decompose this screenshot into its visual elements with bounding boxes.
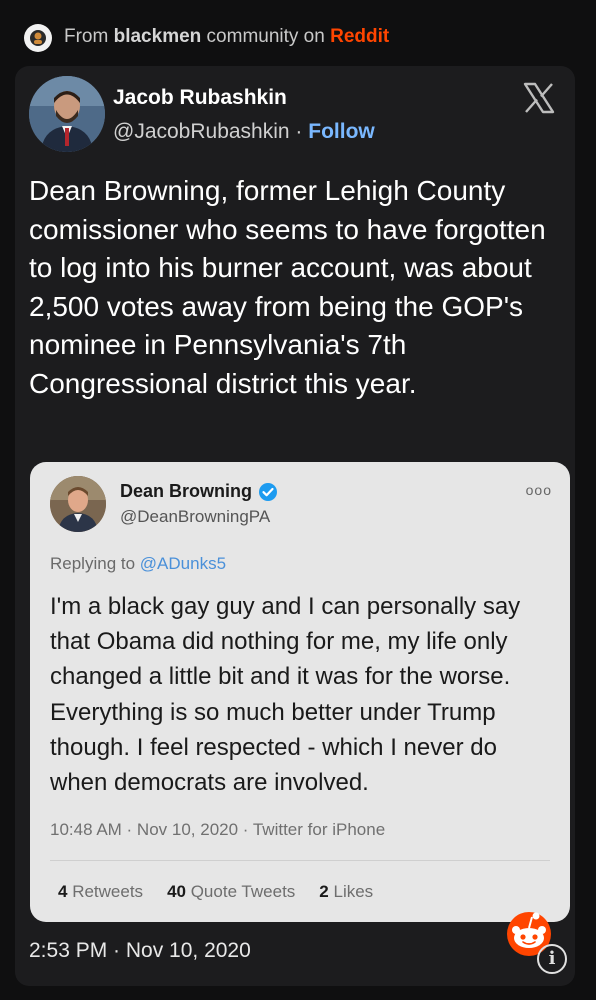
source-attribution: From blackmen community on Reddit	[64, 26, 390, 47]
likes-stat[interactable]: 2 Likes	[319, 882, 373, 902]
replying-to: Replying to @ADunks5	[50, 554, 227, 573]
quoted-tweet-meta: 10:48 AM · Nov 10, 2020 · Twitter for iP…	[50, 820, 386, 839]
author-name[interactable]: Jacob Rubashkin	[113, 86, 287, 110]
community-avatar-icon[interactable]	[24, 24, 52, 52]
engagement-stats: 4 Retweets 40 Quote Tweets 2 Likes	[58, 882, 373, 902]
tweet-timestamp[interactable]: 2:53 PM · Nov 10, 2020	[29, 939, 251, 963]
author-avatar[interactable]	[29, 76, 105, 152]
retweets-stat[interactable]: 4 Retweets	[58, 882, 143, 902]
author-handle[interactable]: @JacobRubashkin	[113, 120, 290, 143]
platform-link[interactable]: Reddit	[330, 26, 389, 47]
quoted-tweet[interactable]: Dean Browning @DeanBrowningPA ooo Replyi…	[30, 462, 570, 922]
more-options-icon[interactable]: ooo	[526, 482, 552, 498]
quote-tweets-stat[interactable]: 40 Quote Tweets	[167, 882, 295, 902]
divider	[50, 860, 550, 861]
author-handle-row: @JacobRubashkin · Follow	[113, 120, 375, 143]
quoted-tweet-text: I'm a black gay guy and I can personally…	[50, 593, 521, 797]
quoted-author-avatar[interactable]	[50, 476, 106, 532]
tweet-card: Jacob Rubashkin @JacobRubashkin · Follow…	[15, 66, 575, 986]
verified-badge-icon	[259, 482, 278, 501]
quoted-author-handle[interactable]: @DeanBrowningPA	[120, 507, 270, 527]
x-logo-icon[interactable]	[521, 80, 557, 116]
quoted-author-name[interactable]: Dean Browning	[120, 481, 278, 502]
tweet-text: Dean Browning, former Lehigh County comi…	[29, 175, 546, 399]
follow-button[interactable]: Follow	[308, 120, 375, 143]
source-bar: From blackmen community on Reddit	[0, 0, 596, 74]
replying-mention[interactable]: @ADunks5	[140, 554, 226, 573]
community-link[interactable]: blackmen	[114, 26, 202, 47]
info-icon[interactable]: i	[537, 944, 567, 974]
